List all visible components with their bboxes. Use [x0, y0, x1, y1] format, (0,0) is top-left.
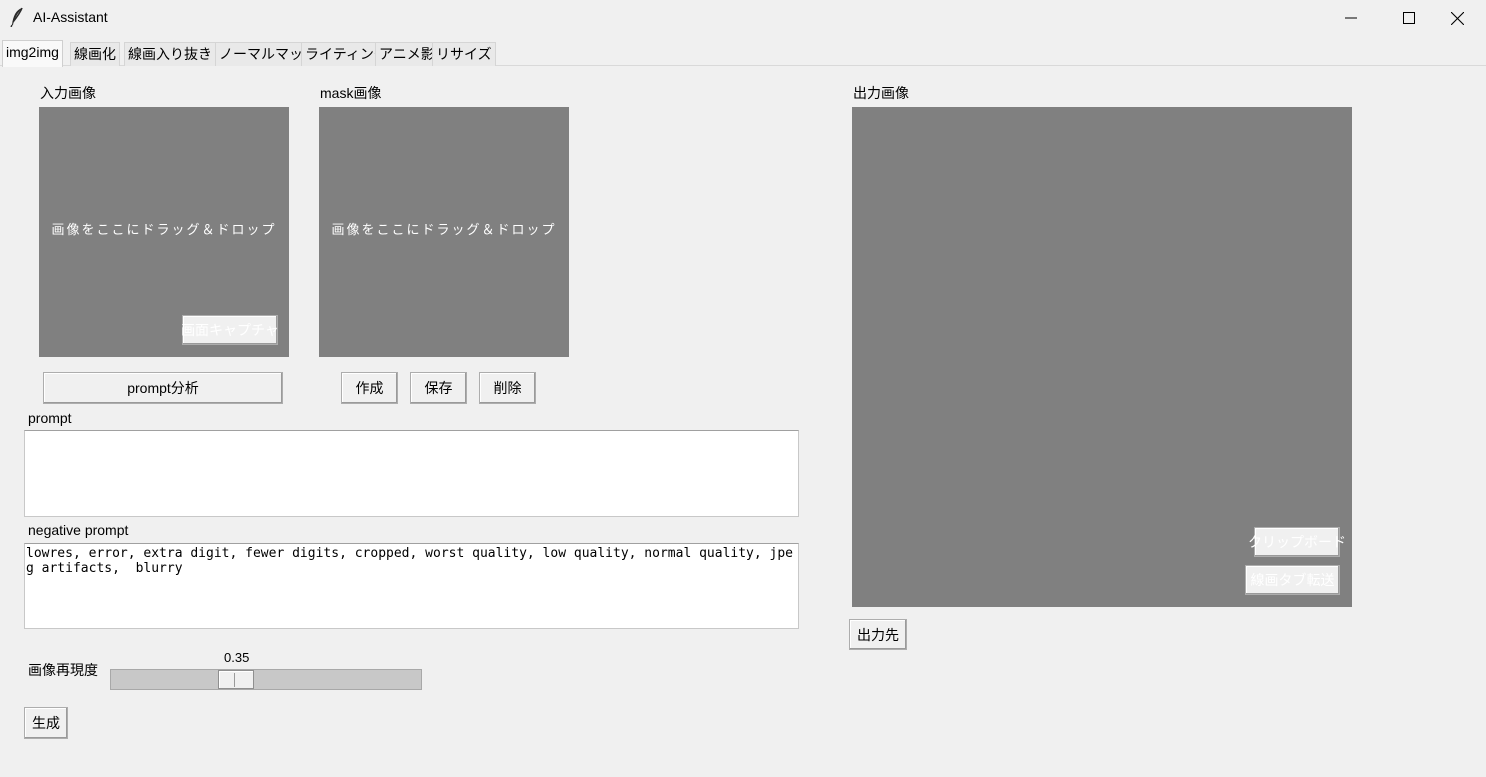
mask-drop-hint: 画像をここにドラッグ＆ドロップ	[331, 223, 557, 238]
close-button[interactable]	[1428, 0, 1486, 36]
fidelity-slider-thumb[interactable]	[218, 670, 254, 689]
maximize-icon	[1403, 12, 1415, 24]
title-bar: AI-Assistant	[0, 0, 1486, 36]
mask-save-button[interactable]: 保存	[410, 372, 467, 404]
negative-prompt-input[interactable]: lowres, error, extra digit, fewer digits…	[24, 543, 799, 629]
tab-img2img[interactable]: img2img	[2, 40, 63, 67]
fidelity-slider[interactable]	[110, 669, 422, 690]
mask-image-label: mask画像	[320, 85, 382, 101]
prompt-label: prompt	[28, 410, 72, 426]
input-drop-hint: 画像をここにドラッグ＆ドロップ	[51, 223, 277, 238]
mask-image-drop-area[interactable]: 画像をここにドラッグ＆ドロップ	[319, 107, 569, 357]
tab-lineart-extract[interactable]: 線画入り抜き	[124, 42, 216, 66]
output-image-area: クリップボード 線画タブ転送	[852, 107, 1352, 607]
output-destination-button[interactable]: 出力先	[849, 619, 907, 650]
feather-icon	[8, 7, 26, 28]
generate-button[interactable]: 生成	[24, 707, 68, 739]
prompt-input[interactable]	[24, 430, 799, 517]
fidelity-value: 0.35	[224, 650, 250, 665]
tab-bar: img2img 線画化 線画入り抜き ノーマルマップ ライティング アニメ影 リ…	[0, 40, 1486, 67]
clipboard-button[interactable]: クリップボード	[1248, 527, 1346, 557]
negative-prompt-label: negative prompt	[28, 522, 129, 538]
tab-resize[interactable]: リサイズ	[432, 42, 496, 66]
screen-capture-button[interactable]: 画面キャプチャ	[181, 315, 279, 345]
lineart-tab-transfer-button[interactable]: 線画タブ転送	[1245, 565, 1340, 595]
minimize-icon	[1345, 12, 1357, 24]
close-icon	[1450, 11, 1464, 25]
tab-lineart[interactable]: 線画化	[70, 42, 120, 66]
window-title: AI-Assistant	[33, 9, 108, 25]
mask-delete-button[interactable]: 削除	[479, 372, 536, 404]
output-image-label: 出力画像	[853, 85, 909, 101]
minimize-button[interactable]	[1322, 0, 1380, 36]
fidelity-label: 画像再現度	[28, 662, 98, 678]
input-image-drop-area[interactable]: 画像をここにドラッグ＆ドロップ 画面キャプチャ	[39, 107, 289, 357]
input-image-label: 入力画像	[40, 85, 96, 101]
prompt-analyze-button[interactable]: prompt分析	[43, 372, 283, 404]
mask-create-button[interactable]: 作成	[341, 372, 398, 404]
tab-anime-shadow[interactable]: アニメ影	[375, 42, 439, 66]
